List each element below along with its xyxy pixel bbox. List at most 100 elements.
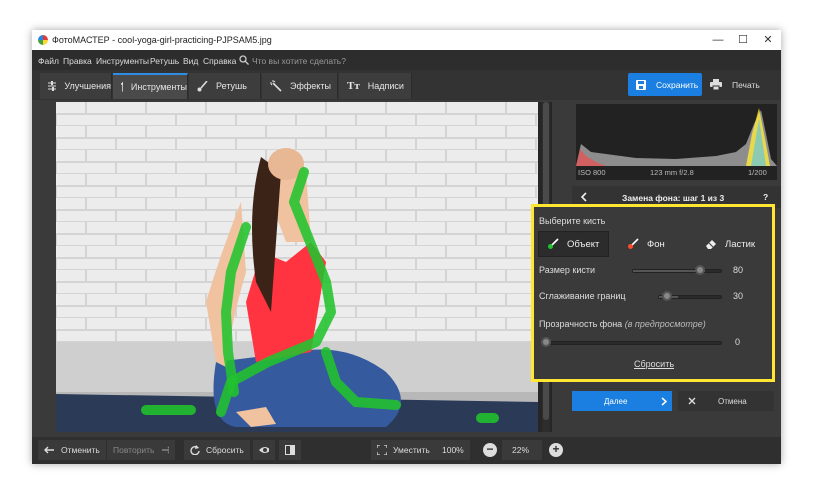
crop-icon bbox=[121, 81, 123, 92]
zoom-out-button[interactable]: − bbox=[483, 443, 497, 457]
close-button[interactable]: ✕ bbox=[757, 32, 779, 48]
histogram-info: ISO 800 123 mm f/2.8 1/200 bbox=[576, 166, 777, 180]
menu-bar: Файл Правка Инструменты Ретушь Вид Справ… bbox=[32, 50, 781, 70]
tab-improvements[interactable]: Улучшения bbox=[40, 73, 112, 99]
chevron-left-icon[interactable] bbox=[580, 192, 588, 202]
brush-background-button[interactable]: Фон bbox=[619, 231, 679, 257]
brush-heading: Выберите кисть bbox=[539, 216, 606, 226]
app-logo-icon bbox=[38, 35, 48, 45]
menu-edit[interactable]: Правка bbox=[63, 56, 92, 66]
brush-panel: Выберите кисть Объект Фон Ластик Размер … bbox=[531, 204, 775, 382]
menu-view[interactable]: Вид bbox=[183, 56, 198, 66]
yoga-photo bbox=[56, 102, 538, 432]
reset-button[interactable]: Сбросить bbox=[184, 440, 250, 460]
size-label: Размер кисти bbox=[539, 265, 596, 275]
cancel-button[interactable]: Отмена bbox=[678, 391, 774, 411]
magic-wand-icon bbox=[270, 80, 282, 92]
smooth-slider-knob[interactable] bbox=[662, 291, 672, 301]
next-label: Далее bbox=[604, 396, 628, 406]
tab-effects-label: Эффекты bbox=[290, 81, 331, 91]
reset-label: Сбросить bbox=[206, 445, 244, 455]
tab-effects[interactable]: Эффекты bbox=[262, 73, 338, 99]
cancel-label: Отмена bbox=[718, 396, 747, 406]
redo-arrow-icon bbox=[161, 446, 169, 454]
size-value: 80 bbox=[733, 265, 744, 275]
search-icon[interactable] bbox=[239, 55, 249, 65]
tab-retouch-label: Ретушь bbox=[216, 81, 247, 91]
brush-eraser-label: Ластик bbox=[725, 238, 756, 250]
background-brush-icon bbox=[628, 238, 639, 249]
save-button[interactable]: Сохранить bbox=[628, 73, 702, 96]
fit-label: Уместить bbox=[393, 445, 430, 455]
size-slider[interactable] bbox=[632, 265, 722, 275]
tab-tools-label: Инструменты bbox=[130, 82, 187, 92]
brush-background-label: Фон bbox=[647, 238, 665, 250]
brush-object-button[interactable]: Объект bbox=[538, 231, 609, 257]
tab-bar: Улучшения Инструменты Ретушь Эффекты Tт … bbox=[32, 70, 781, 100]
step-title: Замена фона: шаг 1 из 3 bbox=[622, 193, 725, 203]
histogram-graph bbox=[576, 108, 777, 166]
zoom-value-field[interactable]: 22% bbox=[502, 440, 542, 460]
brush-icon bbox=[197, 80, 208, 91]
opacity-value: 0 bbox=[735, 337, 741, 347]
title-bar: ФотоМАСТЕР - cool-yoga-girl-practicing-P… bbox=[32, 30, 781, 50]
fit-button[interactable]: Уместить bbox=[371, 440, 436, 460]
zoom-100-label: 100% bbox=[442, 445, 464, 455]
smooth-slider[interactable] bbox=[658, 291, 722, 301]
photo-canvas[interactable] bbox=[56, 102, 552, 432]
zoom-in-button[interactable]: + bbox=[549, 443, 563, 457]
next-button[interactable]: Далее bbox=[572, 391, 672, 411]
reset-icon bbox=[190, 445, 200, 455]
reset-brush-link[interactable]: Сбросить bbox=[634, 359, 674, 369]
opacity-hint: (в предпросмотре) bbox=[624, 319, 706, 329]
text-icon: Tт bbox=[347, 80, 360, 92]
opacity-slider-knob[interactable] bbox=[541, 337, 551, 347]
help-button[interactable]: ? bbox=[763, 192, 768, 202]
opacity-label-text: Прозрачность фона bbox=[539, 319, 623, 329]
print-button[interactable]: Печать bbox=[704, 73, 774, 96]
menu-tools[interactable]: Инструменты bbox=[96, 56, 149, 66]
shutter-value: 1/200 bbox=[748, 168, 767, 177]
eraser-icon bbox=[706, 240, 716, 249]
preview-button[interactable] bbox=[253, 440, 275, 460]
sliders-icon bbox=[48, 81, 57, 91]
iso-value: ISO 800 bbox=[578, 168, 606, 177]
smooth-value: 30 bbox=[733, 291, 744, 301]
tab-improvements-label: Улучшения bbox=[64, 81, 111, 91]
eye-icon bbox=[259, 447, 269, 453]
lens-value: 123 mm f/2.8 bbox=[650, 168, 694, 177]
opacity-slider[interactable] bbox=[541, 337, 722, 347]
chevron-right-icon bbox=[661, 396, 668, 406]
redo-label: Повторить bbox=[113, 445, 155, 455]
menu-help[interactable]: Справка bbox=[203, 56, 236, 66]
undo-label: Отменить bbox=[61, 445, 100, 455]
minimize-button[interactable]: — bbox=[707, 32, 729, 48]
tab-captions-label: Надписи bbox=[367, 81, 404, 91]
zoom-value: 22% bbox=[512, 445, 530, 455]
printer-icon bbox=[710, 79, 722, 90]
size-slider-knob[interactable] bbox=[695, 265, 705, 275]
brush-eraser-button[interactable]: Ластик bbox=[697, 231, 767, 257]
opacity-label: Прозрачность фона (в предпросмотре) bbox=[539, 319, 706, 329]
undo-button[interactable]: Отменить bbox=[38, 440, 106, 460]
menu-retouch[interactable]: Ретушь bbox=[150, 56, 179, 66]
smooth-label: Сглаживание границ bbox=[539, 291, 626, 301]
floppy-disk-icon bbox=[636, 79, 646, 90]
app-window: ФотоМАСТЕР - cool-yoga-girl-practicing-P… bbox=[32, 30, 781, 464]
compare-button[interactable] bbox=[279, 440, 301, 460]
redo-button[interactable]: Повторить bbox=[107, 440, 175, 460]
tab-captions[interactable]: Tт Надписи bbox=[339, 73, 412, 99]
fit-screen-icon bbox=[377, 445, 387, 455]
tab-retouch[interactable]: Ретушь bbox=[189, 73, 261, 99]
zoom-100-button[interactable]: 100% bbox=[436, 440, 470, 460]
object-brush-icon bbox=[548, 238, 559, 249]
search-input[interactable]: Что вы хотите сделать? bbox=[252, 56, 346, 66]
menu-file[interactable]: Файл bbox=[38, 56, 59, 66]
photo-image[interactable] bbox=[56, 102, 538, 432]
tab-tools[interactable]: Инструменты bbox=[113, 73, 188, 99]
brush-object-label: Объект bbox=[567, 238, 600, 250]
maximize-button[interactable]: ☐ bbox=[732, 32, 754, 48]
bottom-toolbar: Отменить Повторить Сбросить Уместить 100… bbox=[32, 437, 781, 464]
compare-icon bbox=[285, 445, 295, 455]
close-x-icon bbox=[688, 397, 696, 405]
